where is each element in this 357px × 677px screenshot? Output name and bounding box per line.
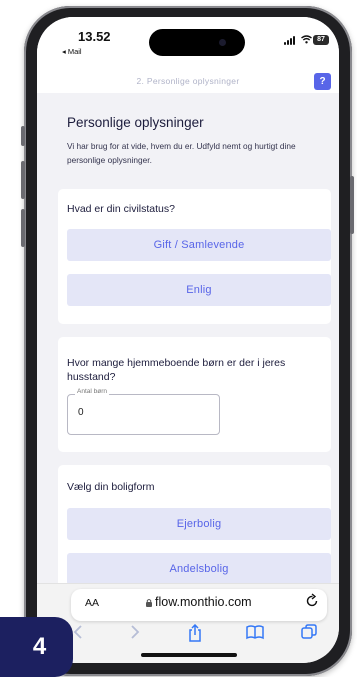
children-question: Hvor mange hjemmeboende børn er der i je… (67, 357, 286, 383)
volume-down-button (21, 209, 25, 247)
text-size-button[interactable]: AA (85, 597, 99, 609)
share-icon[interactable] (187, 623, 203, 647)
signal-icon (284, 36, 298, 45)
option-ejerbolig[interactable]: Ejerbolig (67, 508, 331, 540)
children-count-value[interactable]: 0 (78, 407, 84, 418)
step-number: 4 (32, 633, 47, 660)
children-count-label: Antal børn (75, 388, 109, 395)
back-icon[interactable] (72, 624, 84, 645)
phone-screen: 13.52 ◂ Mail 87 2. Personlige oplysninge… (37, 17, 339, 663)
page-title: Personlige oplysninger (67, 115, 204, 130)
dynamic-island (149, 29, 245, 56)
back-to-mail-link[interactable]: ◂ Mail (62, 47, 82, 56)
step-title: 2. Personlige oplysninger (136, 76, 240, 86)
help-button[interactable]: ? (314, 73, 331, 90)
power-button (350, 176, 354, 234)
reload-icon[interactable] (306, 593, 319, 610)
forward-icon[interactable] (129, 624, 141, 645)
lock-icon (145, 598, 153, 609)
step-number-badge: 4 (0, 617, 73, 677)
option-enlig[interactable]: Enlig (67, 274, 331, 306)
battery-icon: 87 (313, 35, 329, 45)
status-time: 13.52 (78, 29, 111, 44)
url-text[interactable]: flow.monthio.com (155, 595, 252, 609)
children-count-field[interactable] (67, 394, 220, 435)
bookmarks-icon[interactable] (246, 624, 264, 645)
mute-switch (21, 126, 25, 146)
option-gift-samlevende[interactable]: Gift / Samlevende (67, 229, 331, 261)
camera-icon (219, 39, 226, 46)
option-andelsbolig[interactable]: Andelsbolig (67, 553, 331, 585)
wifi-icon (301, 35, 312, 47)
civil-status-question: Hvad er din civilstatus? (67, 203, 175, 215)
home-indicator (141, 653, 237, 657)
tabs-icon[interactable] (301, 624, 317, 645)
housing-question: Vælg din boligform (67, 481, 155, 493)
volume-up-button (21, 161, 25, 199)
intro-text: Vi har brug for at vide, hvem du er. Udf… (67, 141, 296, 165)
